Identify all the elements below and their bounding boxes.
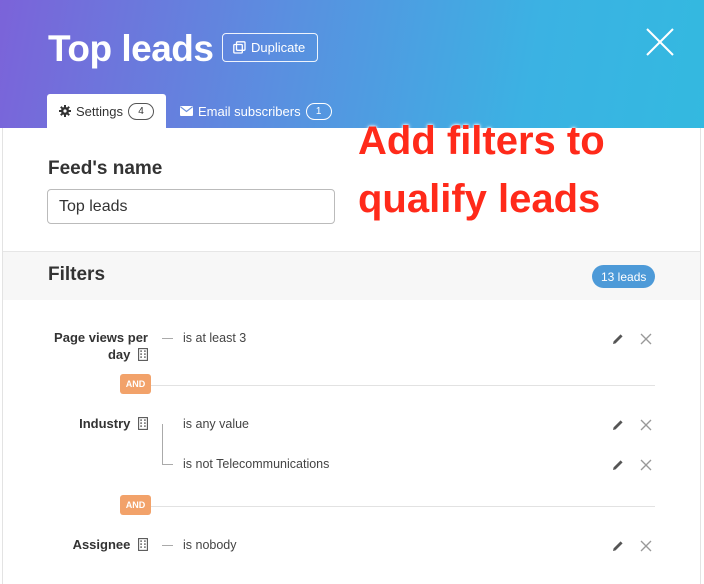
tab-settings-label: Settings <box>76 103 123 119</box>
filter-condition: is at least 3 <box>183 331 247 345</box>
filter-name: Assignee <box>40 536 148 553</box>
tab-email-subscribers-label: Email subscribers <box>198 103 301 119</box>
and-badge: AND <box>120 495 151 515</box>
tab-email-subscribers[interactable]: Email subscribers 1 <box>168 94 344 128</box>
duplicate-label: Duplicate <box>251 40 306 55</box>
filter-separator <box>150 506 655 507</box>
building-icon <box>138 417 148 430</box>
annotation-overlay: Add filters to qualify leads <box>358 112 658 228</box>
annotation-line-1: Add filters to <box>358 119 605 163</box>
pencil-icon[interactable] <box>611 458 625 472</box>
close-icon[interactable] <box>644 26 676 58</box>
feed-name-input[interactable] <box>47 189 335 224</box>
duplicate-icon <box>233 41 246 54</box>
condition-connector <box>162 424 173 465</box>
filter-condition: is nobody <box>183 538 237 552</box>
panel-border-right <box>700 128 701 584</box>
building-icon <box>138 348 148 361</box>
envelope-icon <box>180 106 193 116</box>
condition-connector <box>162 545 173 546</box>
tab-settings-count: 4 <box>127 102 154 120</box>
pencil-icon[interactable] <box>611 332 625 346</box>
filter-name: Industry <box>40 415 148 432</box>
page-title: Top leads <box>48 28 214 69</box>
building-icon <box>138 538 148 551</box>
modal-header: Top leads Duplicate Settings 4 Email sub… <box>0 0 704 128</box>
filter-separator <box>150 385 655 386</box>
tab-settings[interactable]: Settings 4 <box>47 94 166 128</box>
gear-icon <box>59 105 71 117</box>
delete-icon[interactable] <box>639 539 653 553</box>
pencil-icon[interactable] <box>611 539 625 553</box>
filters-header: Filters 13 leads <box>3 251 700 300</box>
filter-condition: is any value <box>183 417 250 431</box>
leads-count-badge: 13 leads <box>592 265 656 288</box>
tab-email-subscribers-count: 1 <box>305 102 332 120</box>
filter-name: Page views per day <box>54 330 148 362</box>
duplicate-button[interactable]: Duplicate <box>222 33 319 62</box>
panel-border-left <box>2 128 3 584</box>
delete-icon[interactable] <box>639 332 653 346</box>
feed-name-label: Feed's name <box>48 158 163 179</box>
condition-connector <box>162 338 173 339</box>
and-badge: AND <box>120 374 151 394</box>
pencil-icon[interactable] <box>611 418 625 432</box>
filter-condition: is not Telecommunications <box>183 457 330 471</box>
filters-title: Filters <box>48 264 106 285</box>
annotation-line-2: qualify leads <box>358 177 601 221</box>
delete-icon[interactable] <box>639 418 653 432</box>
delete-icon[interactable] <box>639 458 653 472</box>
